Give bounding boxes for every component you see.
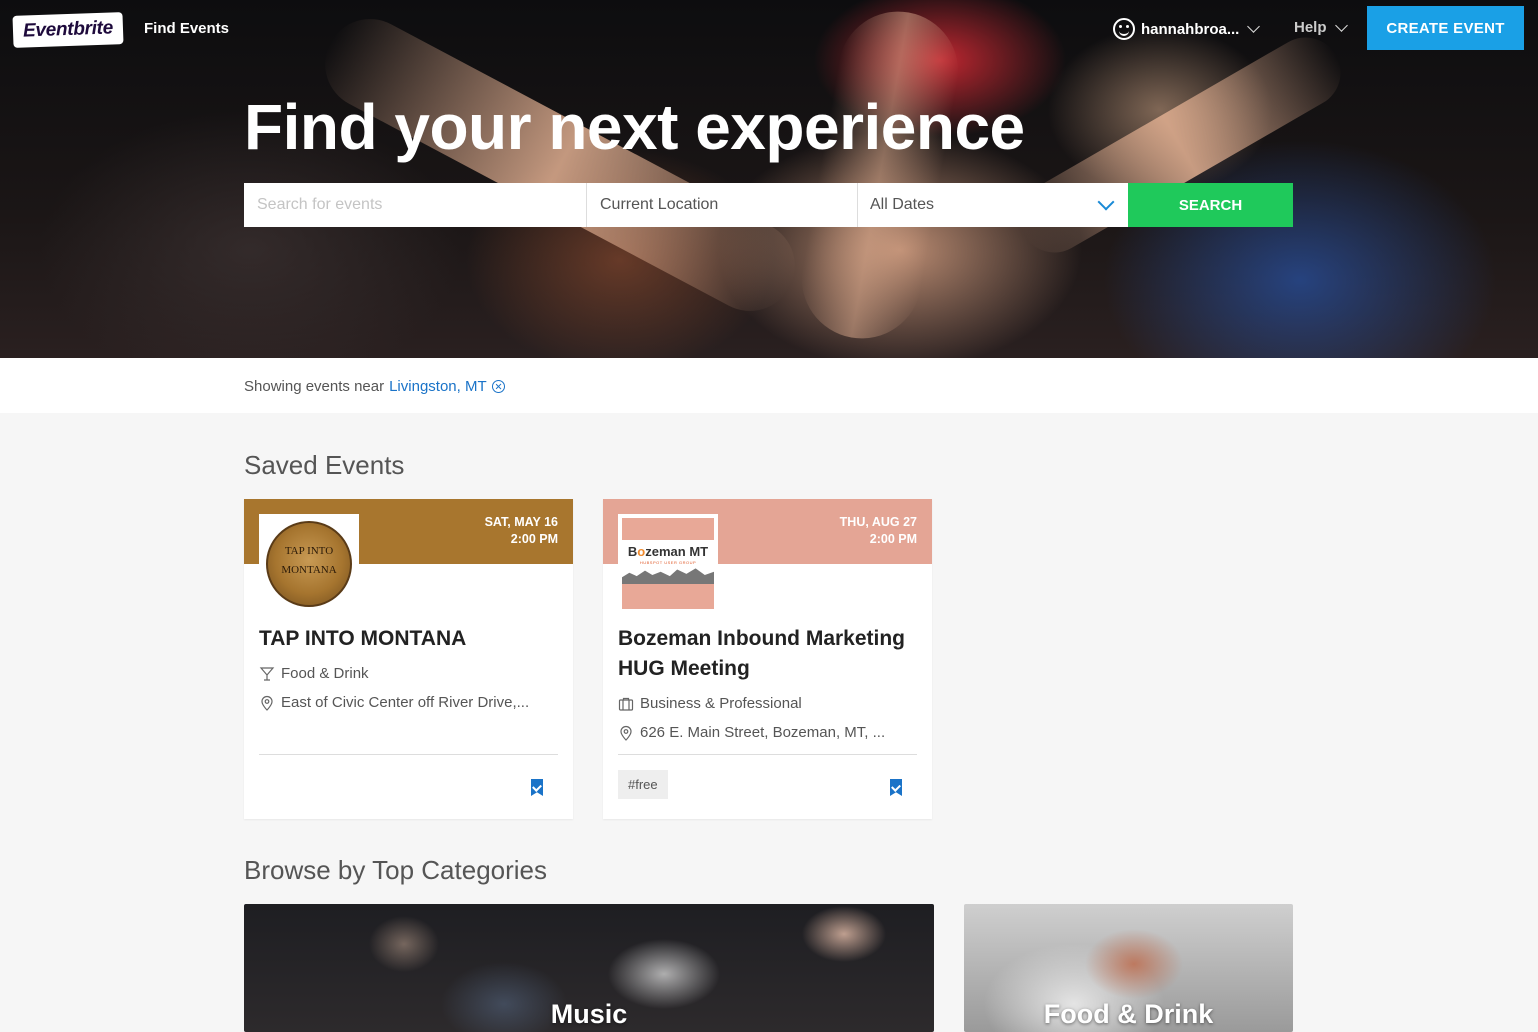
date-select-value: All Dates <box>870 196 935 213</box>
username-label: hannahbroa... <box>1141 20 1240 38</box>
event-title[interactable]: Bozeman Inbound Marketing HUG Meeting <box>618 624 918 684</box>
event-title[interactable]: TAP INTO MONTANA <box>259 624 559 654</box>
divider <box>259 754 558 755</box>
bookmark-icon[interactable] <box>531 779 543 796</box>
event-card[interactable]: THU, AUG 27 2:00 PM Bozeman MT HUBSPOT U… <box>603 499 932 819</box>
event-location: 626 E. Main Street, Bozeman, MT, ... <box>618 724 885 741</box>
event-category-label: Food & Drink <box>281 665 369 682</box>
event-location: East of Civic Center off River Drive,... <box>259 694 529 711</box>
event-date-day: THU, AUG 27 <box>839 515 917 529</box>
find-events-link[interactable]: Find Events <box>144 20 229 37</box>
date-select[interactable]: All Dates <box>858 183 1128 227</box>
help-label: Help <box>1294 19 1327 36</box>
page-title: Find your next experience <box>244 91 1025 163</box>
logo-text: TAP INTO <box>284 545 334 557</box>
logo-letters: zeman MT <box>645 544 709 559</box>
search-bar: All Dates SEARCH <box>244 183 1293 227</box>
event-location-label: 626 E. Main Street, Bozeman, MT, ... <box>640 724 886 741</box>
event-logo: Bozeman MT HUBSPOT USER GROUP <box>618 514 718 609</box>
location-pin-icon <box>620 725 632 741</box>
logo-band <box>622 584 714 609</box>
event-date: THU, AUG 27 2:00 PM <box>840 514 917 548</box>
event-category: Food & Drink <box>259 665 369 682</box>
event-date-day: SAT, MAY 16 <box>484 515 558 529</box>
search-button[interactable]: SEARCH <box>1128 183 1293 227</box>
event-category: Business & Professional <box>618 695 802 712</box>
event-date-time: 2:00 PM <box>510 532 558 546</box>
mountain-icon <box>622 568 714 586</box>
eventbrite-logo[interactable]: Eventbrite <box>12 12 124 48</box>
category-label: Music <box>550 999 628 1029</box>
logo-text: Bozeman MT <box>618 544 718 559</box>
chevron-down-icon <box>1097 193 1115 211</box>
logo-subtext: HUBSPOT USER GROUP <box>639 560 697 565</box>
logo-band <box>622 518 714 540</box>
hero-photo-arm <box>792 2 968 348</box>
help-menu[interactable]: Help <box>1294 18 1348 36</box>
briefcase-icon <box>618 697 634 711</box>
category-tile-music[interactable]: Music <box>244 904 934 1032</box>
chevron-down-icon <box>1334 18 1348 32</box>
user-avatar-icon <box>1113 18 1135 40</box>
event-logo: TAP INTO MONTANA <box>259 514 359 609</box>
logo-text: Eventbrite <box>22 17 114 42</box>
hero-photo-arm <box>1006 24 1354 266</box>
event-location-label: East of Civic Center off River Drive,... <box>281 694 530 711</box>
category-tile-food-drink[interactable]: Food & Drink <box>964 904 1293 1032</box>
bookmark-icon[interactable] <box>890 779 902 796</box>
divider <box>618 754 917 755</box>
logo-text: MONTANA <box>281 564 337 576</box>
hero-photo-arm <box>309 3 811 327</box>
user-menu[interactable]: hannahbroa... <box>1113 18 1261 40</box>
location-bar: Showing events near Livingston, MT <box>0 358 1538 413</box>
location-prefix: Showing events near <box>244 378 385 395</box>
event-category-label: Business & Professional <box>640 695 802 712</box>
event-date: SAT, MAY 16 2:00 PM <box>485 514 558 548</box>
categories-heading: Browse by Top Categories <box>244 855 548 885</box>
search-input[interactable] <box>244 183 587 227</box>
location-input[interactable] <box>587 183 858 227</box>
location-link[interactable]: Livingston, MT <box>389 378 487 395</box>
chevron-down-icon <box>1247 20 1261 33</box>
saved-events-heading: Saved Events <box>244 450 405 480</box>
hero-banner <box>0 0 1538 358</box>
create-event-button[interactable]: CREATE EVENT <box>1367 6 1524 50</box>
event-tag[interactable]: #free <box>618 770 668 799</box>
event-date-time: 2:00 PM <box>869 532 917 546</box>
location-pin-icon <box>261 695 273 711</box>
logo-letter: B <box>627 544 638 559</box>
category-label: Food & Drink <box>1043 999 1214 1029</box>
event-card[interactable]: SAT, MAY 16 2:00 PM TAP INTO MONTANA TAP… <box>244 499 573 819</box>
location-summary: Showing events near Livingston, MT <box>244 378 505 395</box>
barrel-logo: TAP INTO MONTANA <box>266 521 352 607</box>
cocktail-icon <box>259 666 275 681</box>
clear-location-icon[interactable] <box>491 380 505 393</box>
